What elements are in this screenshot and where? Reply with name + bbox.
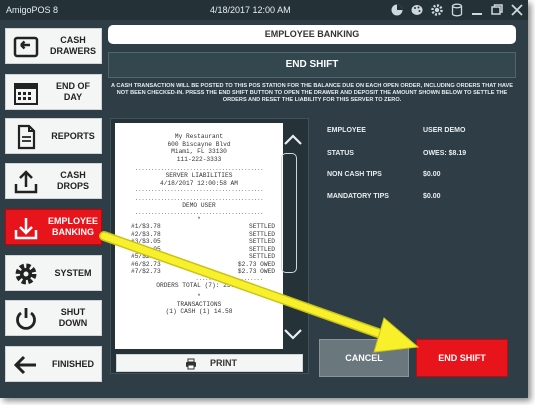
- scroll-up-icon[interactable]: [283, 133, 303, 147]
- table-row: #2/$3.78 SETTLED: [115, 231, 283, 239]
- employee-banking-button[interactable]: EMPLOYEE BANKING: [5, 209, 102, 245]
- nav-label: END OF DAY: [55, 81, 90, 102]
- scroll-down-icon[interactable]: [283, 327, 303, 341]
- print-button[interactable]: PRINT: [116, 354, 303, 372]
- nav-label: REPORTS: [51, 130, 95, 141]
- finished-button[interactable]: FINISHED: [5, 346, 102, 382]
- table-row: #4/$3.05 SETTLED: [115, 246, 283, 254]
- table-row: #7/$2.73 $2.73 OWED: [115, 268, 283, 276]
- status-cell: SETTLED: [249, 223, 275, 230]
- address-line-1: 600 Biscayne Blvd: [167, 140, 231, 148]
- receipt-timestamp: 4/18/2017 12:00:58 AM: [160, 179, 238, 187]
- employee-value: USER DEMO: [423, 127, 466, 134]
- star-mark: *: [197, 293, 201, 300]
- receipt-heading: SERVER LIABILITIES: [165, 172, 233, 179]
- nav-label: EMPLOYEE BANKING: [47, 216, 98, 237]
- print-label: PRINT: [210, 358, 237, 368]
- status-value: OWES: $8.19: [423, 150, 467, 157]
- status-cell: $2.73 OWED: [237, 268, 275, 275]
- datetime: 4/18/2017 12:00 AM: [210, 5, 291, 15]
- calendar-icon: [14, 83, 38, 105]
- document-icon: [17, 124, 36, 150]
- pie-chart-icon[interactable]: [390, 3, 404, 17]
- star-mark: *: [197, 215, 201, 223]
- transactions-heading: TRANSACTIONS: [176, 300, 222, 308]
- title-bar: AmigoPOS 8 4/18/2017 12:00 AM: [0, 0, 528, 20]
- arrow-left-icon: [13, 355, 36, 375]
- server-name: DEMO USER: [182, 202, 216, 209]
- phone: 111-222-3333: [176, 155, 222, 163]
- nav-label: CASH DRAWERS: [49, 35, 96, 56]
- restaurant-name: My Restaurant: [174, 133, 224, 140]
- order-cell: #2/$3.78: [131, 230, 161, 238]
- upload-tray-icon: [14, 170, 38, 194]
- receipt-panel: My Restaurant 600 Biscayne Blvd Miami, F…: [110, 118, 309, 374]
- table-row: #1/$3.78 SETTLED: [115, 223, 283, 231]
- cash-drawer-icon: [13, 36, 39, 58]
- nav-label: FINISHED: [51, 358, 94, 369]
- separator: ........................................: [134, 209, 264, 216]
- page-title: EMPLOYEE BANKING: [108, 25, 516, 44]
- cash-drawers-button[interactable]: CASH DRAWERS: [5, 28, 102, 64]
- nav-label: SHUT DOWN: [58, 307, 88, 328]
- printer-icon: [186, 358, 196, 370]
- reports-button[interactable]: REPORTS: [5, 118, 102, 154]
- end-of-day-button[interactable]: END OF DAY: [5, 74, 102, 110]
- minimize-icon[interactable]: [470, 3, 484, 17]
- status-cell: SETTLED: [249, 253, 275, 260]
- employee-label: EMPLOYEE: [327, 127, 366, 134]
- restore-icon[interactable]: [490, 3, 504, 17]
- order-cell: #6/$2.73: [131, 260, 161, 268]
- database-icon[interactable]: [450, 3, 464, 17]
- table-row: #5/$2.73 SETTLED: [115, 253, 283, 261]
- orders-total: ORDERS TOTAL (7): 23.12: [156, 281, 242, 289]
- notice-text: A CASH TRANSACTION WILL BE POSTED TO THI…: [111, 83, 513, 103]
- scrollbar-track[interactable]: [281, 153, 297, 273]
- palette-icon[interactable]: [410, 3, 424, 17]
- status-cell: SETTLED: [249, 245, 275, 253]
- status-label: STATUS: [327, 150, 354, 157]
- app-title: AmigoPOS 8: [6, 5, 59, 15]
- download-tray-icon: [14, 218, 38, 240]
- end-shift-button[interactable]: END SHIFT: [416, 339, 508, 377]
- nav-label: SYSTEM: [54, 267, 92, 278]
- order-cell: #3/$3.05: [131, 238, 161, 245]
- non-cash-tips-label: NON CASH TIPS: [327, 171, 382, 178]
- non-cash-tips-value: $0.00: [423, 171, 441, 178]
- status-cell: SETTLED: [249, 230, 275, 238]
- separator: ........................................: [134, 187, 264, 193]
- mandatory-tips-value: $0.00: [423, 193, 441, 200]
- status-cell: SETTLED: [249, 238, 275, 245]
- close-icon[interactable]: [510, 3, 524, 17]
- address-line-2: Miami, FL 33130: [171, 148, 227, 155]
- transaction-line: (1) CASH (1) 14.58: [165, 308, 233, 315]
- order-cell: #5/$2.73: [131, 253, 161, 260]
- cancel-button[interactable]: CANCEL: [319, 339, 409, 377]
- order-cell: #7/$2.73: [131, 268, 161, 275]
- table-row: #3/$3.05 SETTLED: [115, 238, 283, 246]
- app-window: AmigoPOS 8 4/18/2017 12:00 AM CASH DRAWE…: [0, 0, 528, 398]
- table-row: #6/$2.73 $2.73 OWED: [115, 261, 283, 269]
- order-cell: #1/$3.78: [131, 223, 161, 230]
- receipt-preview[interactable]: My Restaurant 600 Biscayne Blvd Miami, F…: [115, 123, 283, 349]
- cash-drops-button[interactable]: CASH DROPS: [5, 163, 102, 199]
- section-title: END SHIFT: [108, 52, 516, 78]
- status-cell: $2.73 OWED: [237, 260, 275, 268]
- shut-down-button[interactable]: SHUT DOWN: [5, 300, 102, 336]
- system-button[interactable]: SYSTEM: [5, 255, 102, 291]
- nav-label: CASH DROPS: [56, 170, 89, 191]
- gear-icon: [15, 263, 37, 285]
- order-cell: #4/$3.05: [131, 245, 161, 253]
- power-icon: [16, 308, 36, 330]
- mandatory-tips-label: MANDATORY TIPS: [327, 193, 389, 200]
- gear-icon[interactable]: [430, 3, 444, 17]
